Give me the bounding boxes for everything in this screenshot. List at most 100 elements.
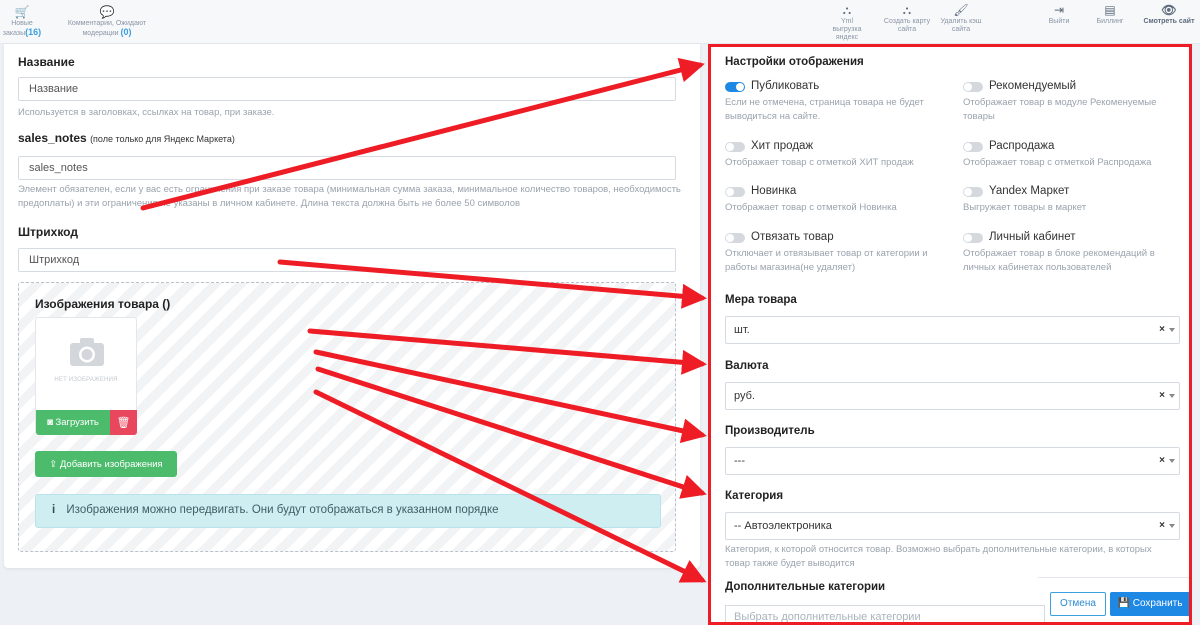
sales-notes-input[interactable]: sales_notes (18, 156, 676, 180)
recommended-switch[interactable] (963, 82, 983, 92)
sitemap-icon: ⛬ (842, 3, 852, 17)
new-orders-count: (16) (25, 27, 42, 37)
delete-image-button[interactable]: 🗑 (110, 410, 137, 435)
chevron-down-icon (1169, 459, 1175, 463)
create-sitemap-button[interactable]: ⛬ Создать карту сайта (880, 4, 934, 34)
product-form-panel: Название Название Используется в заголов… (4, 44, 700, 568)
publish-switch[interactable] (725, 82, 745, 92)
no-image-text: НЕТ ИЗОБРАЖЕНИЯ (54, 377, 118, 383)
sales-notes-note: (поле только для Яндекс Маркета) (90, 134, 235, 144)
clear-icon[interactable]: × (1159, 324, 1165, 335)
clear-icon[interactable]: × (1159, 455, 1165, 466)
comments-icon: 💬 (99, 5, 115, 19)
measure-label: Мера товара (725, 294, 797, 306)
chevron-down-icon (1169, 524, 1175, 528)
display-settings-title: Настройки отображения (725, 56, 864, 68)
toggle-label: Публиковать (751, 80, 820, 92)
bestseller-switch[interactable] (725, 142, 745, 152)
currency-select[interactable]: руб. × (725, 382, 1180, 410)
eye-icon: 👁 (1161, 3, 1177, 17)
camera-small-icon: ◙ (47, 417, 53, 428)
trash-icon: 🗑 (116, 417, 131, 429)
manufacturer-value: --- (734, 455, 745, 467)
settings-panel: Настройки отображения Публиковать Если н… (708, 44, 1192, 625)
yandex-market-switch[interactable] (963, 187, 983, 197)
billing-button[interactable]: ▤ Биллинг (1092, 4, 1128, 26)
save-label: Сохранить (1132, 598, 1183, 609)
toggle-desc: Отображает товар в модуле Рекоменуемые т… (963, 97, 1157, 122)
chevron-down-icon (1169, 394, 1175, 398)
view-site-button[interactable]: 👁 Смотреть сайт (1140, 4, 1198, 26)
images-info-text: Изображения можно передвигать. Они будут… (66, 504, 499, 516)
currency-value: руб. (734, 390, 755, 402)
toggle-desc: Отображает товар с отметкой Новинка (725, 202, 897, 213)
unlink-switch[interactable] (725, 233, 745, 243)
comments-label: Комментарии, Ожидают модерации (67, 20, 147, 37)
extra-categories-label: Дополнительные категории (725, 581, 886, 593)
toggle-desc: Отображает товар в блоке рекомендаций в … (963, 248, 1155, 273)
cancel-button[interactable]: Отмена (1050, 592, 1106, 616)
toggle-label: Yandex Маркет (989, 185, 1070, 197)
barcode-input[interactable]: Штрихкод (18, 248, 676, 272)
toggle-desc: Выгружает товары в маркет (963, 202, 1087, 213)
toggle-desc: Отображает товар с отметкой Распродажа (963, 157, 1152, 168)
category-value: -- Автоэлектроника (734, 520, 832, 532)
cart-icon: 🛒 (14, 5, 30, 19)
new-switch[interactable] (725, 187, 745, 197)
name-input[interactable]: Название (18, 77, 676, 101)
comments-link[interactable]: 💬 Комментарии, Ожидают модерации (0) (62, 6, 152, 38)
manufacturer-select[interactable]: --- × (725, 447, 1180, 475)
measure-select[interactable]: шт. × (725, 316, 1180, 344)
toggle-label: Новинка (751, 185, 797, 197)
clear-cache-button[interactable]: 🖌 Удалить кэш сайта (938, 4, 984, 34)
save-button[interactable]: 💾 Сохранить (1110, 592, 1189, 616)
new-orders-link[interactable]: 🛒 Новые заказы(16) (2, 6, 42, 38)
sitemap-icon: ⛬ (902, 3, 912, 17)
save-icon: 💾 (1117, 598, 1130, 609)
camera-icon (70, 338, 104, 366)
logout-label: Выйти (1048, 18, 1070, 25)
personal-cabinet-switch[interactable] (963, 233, 983, 243)
extra-categories-input[interactable]: Выбрать дополнительные категории (725, 605, 1045, 622)
logout-button[interactable]: ⇥ Выйти (1042, 4, 1076, 26)
sales-notes-label: sales_notes (поле только для Яндекс Марк… (18, 131, 235, 145)
image-thumbnail: НЕТ ИЗОБРАЖЕНИЯ ◙ Загрузить 🗑 (35, 317, 137, 435)
toggle-label: Хит продаж (751, 140, 814, 152)
images-title: Изображения товара () (35, 297, 171, 311)
info-icon: i (52, 504, 56, 516)
clear-icon[interactable]: × (1159, 520, 1165, 531)
category-select[interactable]: -- Автоэлектроника × (725, 512, 1180, 540)
barcode-label: Штрихкод (18, 225, 78, 239)
upload-icon: ⇪ (49, 459, 58, 470)
upload-button[interactable]: ◙ Загрузить (36, 410, 110, 435)
top-toolbar: 🛒 Новые заказы(16) 💬 Комментарии, Ожидаю… (0, 0, 1200, 44)
image-dropzone[interactable]: Изображения товара () НЕТ ИЗОБРАЖЕНИЯ ◙ … (18, 282, 676, 552)
sales-notes-help: Элемент обязателен, если у вас есть огра… (18, 184, 681, 209)
currency-label: Валюта (725, 360, 769, 372)
toggle-label: Рекомендуемый (989, 80, 1077, 92)
chevron-down-icon (1169, 328, 1175, 332)
images-info-alert: i Изображения можно передвигать. Они буд… (35, 494, 661, 528)
cache-label: Удалить кэш сайта (940, 18, 982, 33)
toggle-label: Распродажа (989, 140, 1055, 152)
footer-divider (1038, 577, 1189, 578)
name-label: Название (18, 55, 75, 69)
toggle-desc: Если не отмечена, страница товара не буд… (725, 97, 924, 122)
category-label: Категория (725, 490, 784, 502)
add-images-button[interactable]: ⇪ Добавить изображения (35, 451, 177, 477)
toggle-desc: Отображает товар с отметкой ХИТ продаж (725, 157, 914, 168)
upload-label: Загрузить (55, 417, 99, 428)
manufacturer-label: Производитель (725, 425, 815, 437)
clear-icon[interactable]: × (1159, 390, 1165, 401)
view-site-label: Смотреть сайт (1143, 18, 1195, 25)
measure-value: шт. (734, 324, 750, 336)
name-help: Используется в заголовках, ссылках на то… (18, 107, 275, 118)
logout-icon: ⇥ (1053, 3, 1065, 17)
sale-switch[interactable] (963, 142, 983, 152)
brush-icon: 🖌 (953, 3, 969, 17)
toggle-label: Отвязать товар (751, 231, 834, 243)
yml-export-button[interactable]: ⛬ Yml выгрузка яндекс (828, 4, 866, 42)
sales-notes-label-text: sales_notes (18, 131, 87, 145)
billing-icon: ▤ (1104, 3, 1116, 17)
billing-label: Биллинг (1096, 18, 1124, 25)
